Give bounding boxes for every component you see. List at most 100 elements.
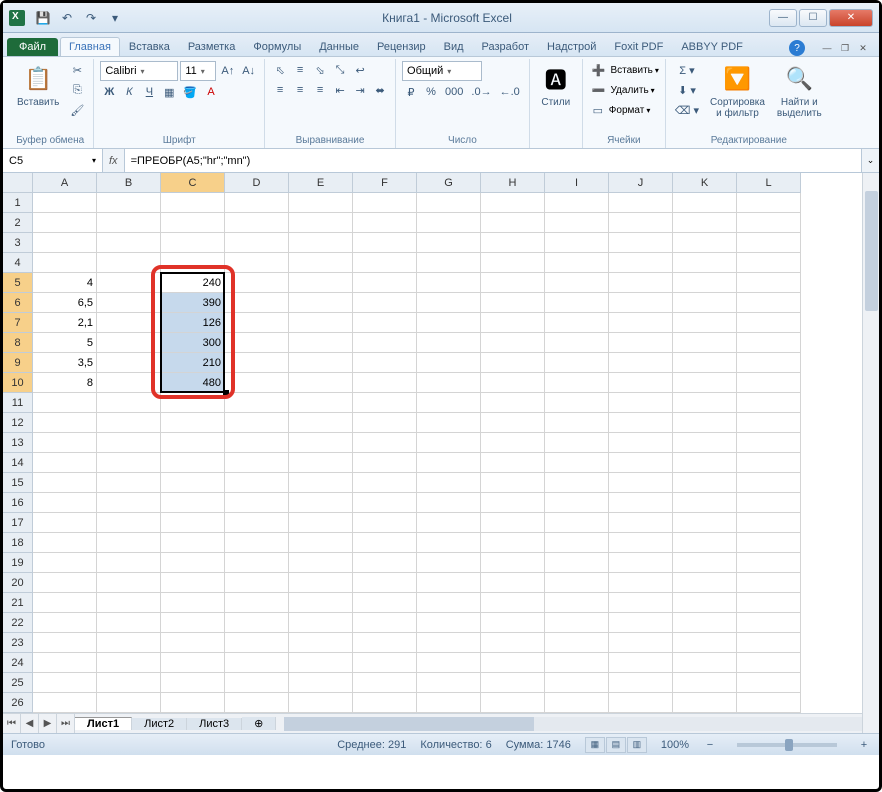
horizontal-scroll-thumb[interactable] <box>284 717 534 731</box>
cell-J26[interactable] <box>609 693 673 713</box>
cell-K13[interactable] <box>673 433 737 453</box>
row-header-6[interactable]: 6 <box>3 293 33 313</box>
cell-H23[interactable] <box>481 633 545 653</box>
cell-A4[interactable] <box>33 253 97 273</box>
undo-button[interactable]: ↶ <box>57 8 77 28</box>
cell-F6[interactable] <box>353 293 417 313</box>
cell-K12[interactable] <box>673 413 737 433</box>
cell-I4[interactable] <box>545 253 609 273</box>
cell-B9[interactable] <box>97 353 161 373</box>
zoom-out-button[interactable]: − <box>703 739 717 751</box>
cell-I21[interactable] <box>545 593 609 613</box>
align-center-button[interactable]: ≡ <box>291 81 309 99</box>
cell-B23[interactable] <box>97 633 161 653</box>
cell-E8[interactable] <box>289 333 353 353</box>
fill-button[interactable]: ⬇ ▾ <box>672 81 702 99</box>
cell-I16[interactable] <box>545 493 609 513</box>
cell-J8[interactable] <box>609 333 673 353</box>
zoom-slider[interactable] <box>737 743 837 747</box>
cell-F10[interactable] <box>353 373 417 393</box>
cell-D8[interactable] <box>225 333 289 353</box>
column-header-E[interactable]: E <box>289 173 353 193</box>
cell-A19[interactable] <box>33 553 97 573</box>
cell-J11[interactable] <box>609 393 673 413</box>
cell-H16[interactable] <box>481 493 545 513</box>
cell-A6[interactable]: 6,5 <box>33 293 97 313</box>
cell-I23[interactable] <box>545 633 609 653</box>
cell-J19[interactable] <box>609 553 673 573</box>
cell-G14[interactable] <box>417 453 481 473</box>
cell-L19[interactable] <box>737 553 801 573</box>
cell-G20[interactable] <box>417 573 481 593</box>
formula-input[interactable]: =ПРЕОБР(A5;"hr";"mn") <box>125 149 861 172</box>
cell-C6[interactable]: 390 <box>161 293 225 313</box>
wrap-text-button[interactable]: ↩ <box>351 61 369 79</box>
cell-K19[interactable] <box>673 553 737 573</box>
cell-H9[interactable] <box>481 353 545 373</box>
cell-K3[interactable] <box>673 233 737 253</box>
cell-G6[interactable] <box>417 293 481 313</box>
row-header-9[interactable]: 9 <box>3 353 33 373</box>
column-header-A[interactable]: A <box>33 173 97 193</box>
column-header-C[interactable]: C <box>161 173 225 193</box>
cell-E7[interactable] <box>289 313 353 333</box>
cell-F22[interactable] <box>353 613 417 633</box>
cell-E22[interactable] <box>289 613 353 633</box>
cell-C2[interactable] <box>161 213 225 233</box>
cell-I5[interactable] <box>545 273 609 293</box>
cell-B15[interactable] <box>97 473 161 493</box>
row-header-20[interactable]: 20 <box>3 573 33 593</box>
cell-E1[interactable] <box>289 193 353 213</box>
cell-D13[interactable] <box>225 433 289 453</box>
cell-H13[interactable] <box>481 433 545 453</box>
cell-E14[interactable] <box>289 453 353 473</box>
cell-K17[interactable] <box>673 513 737 533</box>
cell-C8[interactable]: 300 <box>161 333 225 353</box>
cell-A26[interactable] <box>33 693 97 713</box>
cell-K18[interactable] <box>673 533 737 553</box>
cell-G19[interactable] <box>417 553 481 573</box>
cut-button[interactable]: ✂ <box>67 61 87 79</box>
cell-E20[interactable] <box>289 573 353 593</box>
currency-button[interactable]: ₽ <box>402 83 420 101</box>
sheet-nav-first[interactable]: ⏮ <box>3 714 21 733</box>
cell-B3[interactable] <box>97 233 161 253</box>
copy-button[interactable]: ⎘ <box>67 81 87 99</box>
cell-J10[interactable] <box>609 373 673 393</box>
fill-handle[interactable] <box>223 390 229 396</box>
cell-G11[interactable] <box>417 393 481 413</box>
align-middle-button[interactable]: ≡ <box>291 61 309 79</box>
mdi-restore[interactable]: ❐ <box>837 41 853 55</box>
cell-I25[interactable] <box>545 673 609 693</box>
column-header-F[interactable]: F <box>353 173 417 193</box>
cell-I6[interactable] <box>545 293 609 313</box>
row-header-17[interactable]: 17 <box>3 513 33 533</box>
cell-I9[interactable] <box>545 353 609 373</box>
cell-B25[interactable] <box>97 673 161 693</box>
cell-A14[interactable] <box>33 453 97 473</box>
name-box[interactable]: C5 ▾ <box>3 149 103 172</box>
cell-J20[interactable] <box>609 573 673 593</box>
cell-B8[interactable] <box>97 333 161 353</box>
cell-J5[interactable] <box>609 273 673 293</box>
cell-E3[interactable] <box>289 233 353 253</box>
cell-D3[interactable] <box>225 233 289 253</box>
cell-L12[interactable] <box>737 413 801 433</box>
cell-C17[interactable] <box>161 513 225 533</box>
cell-G10[interactable] <box>417 373 481 393</box>
cell-G4[interactable] <box>417 253 481 273</box>
cell-I2[interactable] <box>545 213 609 233</box>
cell-F20[interactable] <box>353 573 417 593</box>
cell-J4[interactable] <box>609 253 673 273</box>
cell-C23[interactable] <box>161 633 225 653</box>
cell-F17[interactable] <box>353 513 417 533</box>
cell-G26[interactable] <box>417 693 481 713</box>
cell-J25[interactable] <box>609 673 673 693</box>
autosum-button[interactable]: Σ ▾ <box>672 61 702 79</box>
cell-K25[interactable] <box>673 673 737 693</box>
cell-B18[interactable] <box>97 533 161 553</box>
row-header-13[interactable]: 13 <box>3 433 33 453</box>
cell-F3[interactable] <box>353 233 417 253</box>
cell-H20[interactable] <box>481 573 545 593</box>
minimize-button[interactable]: — <box>769 9 797 27</box>
